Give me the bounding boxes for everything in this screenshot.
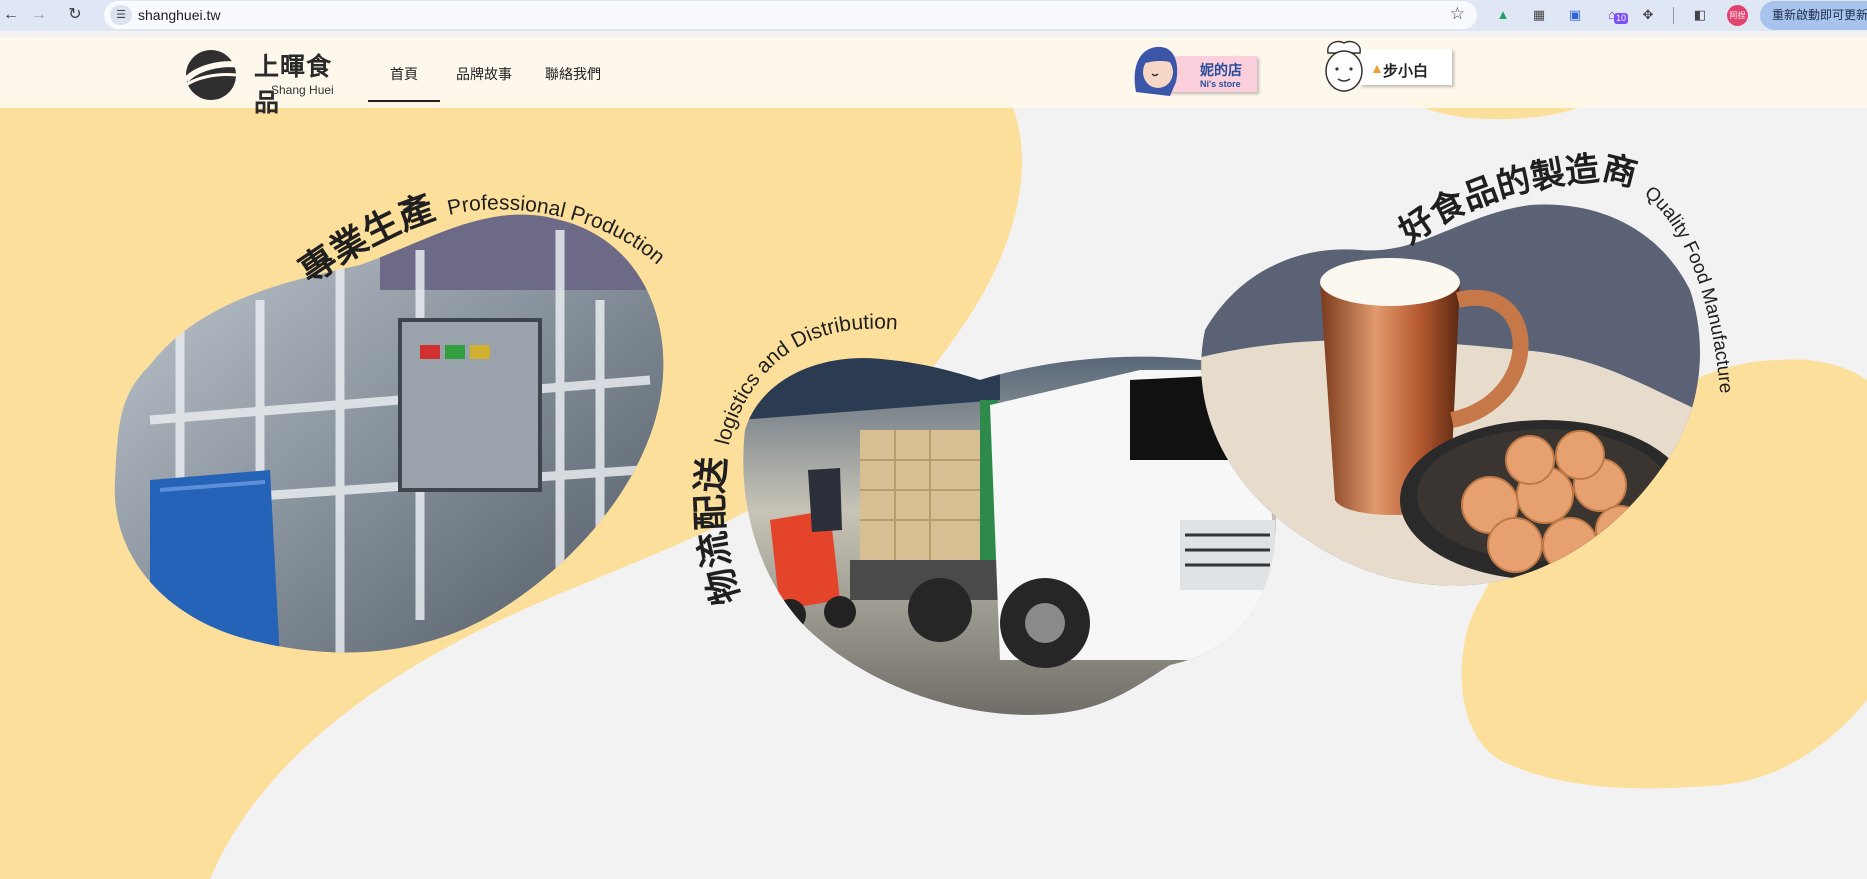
- hero-graphics: 專業生產 Professional Production 物流配送 logist…: [0, 0, 1867, 879]
- nav-home[interactable]: 首頁: [390, 64, 418, 84]
- bai-store-title: 步小白: [1383, 62, 1429, 80]
- ni-girl-avatar-icon: [1134, 46, 1178, 96]
- logo-bean-icon: [182, 50, 241, 100]
- site-header: 上暉食品 Shang Huei 首頁 品牌故事 聯絡我們 妮的店 Ni's st…: [0, 37, 1867, 117]
- tune-icon[interactable]: ☰: [110, 5, 132, 25]
- bai-store-link[interactable]: ▲ 步小白: [1318, 39, 1453, 101]
- extension-badge: 10: [1614, 13, 1629, 24]
- browser-toolbar: ← → ↻ ☰ shanghuei.tw ☆ ▲ ▦ ▣ ⌂ 10 ✥ ◧ 阿捏…: [0, 0, 1867, 31]
- extension-triangle-icon[interactable]: ▲: [1494, 6, 1512, 24]
- ni-store-title: 妮的店: [1200, 63, 1242, 79]
- bookmark-star-icon[interactable]: ☆: [1450, 4, 1465, 24]
- ni-store-subtitle: Ni's store: [1200, 79, 1241, 89]
- active-nav-indicator: [368, 100, 440, 102]
- extensions-puzzle-icon[interactable]: ✥: [1639, 6, 1657, 24]
- ni-store-link[interactable]: 妮的店 Ni's store: [1130, 42, 1265, 99]
- flame-icon: ▲: [1370, 60, 1384, 76]
- back-arrow-icon[interactable]: ←: [0, 4, 22, 26]
- nav-contact[interactable]: 聯絡我們: [545, 64, 601, 84]
- nav-brand-story[interactable]: 品牌故事: [456, 64, 512, 84]
- brand-logo[interactable]: 上暉食品 Shang Huei: [178, 47, 354, 117]
- extension-translate-icon[interactable]: ▣: [1566, 6, 1584, 24]
- side-panel-icon[interactable]: ◧: [1691, 6, 1709, 24]
- profile-avatar[interactable]: 阿捏: [1727, 5, 1748, 26]
- toolbar-divider: [1673, 7, 1674, 24]
- page: { "browser": { "url": "shanghuei.tw", "s…: [0, 0, 1867, 879]
- forward-arrow-icon[interactable]: →: [28, 4, 50, 26]
- reload-icon[interactable]: ↻: [64, 4, 86, 26]
- update-button[interactable]: 重新啟動即可更新: [1760, 1, 1867, 30]
- chef-boy-avatar-icon: [1325, 40, 1363, 92]
- url-text[interactable]: shanghuei.tw: [138, 7, 221, 23]
- address-bar[interactable]: ☰ shanghuei.tw ☆: [104, 1, 1477, 29]
- extension-grid-icon[interactable]: ▦: [1530, 6, 1548, 24]
- logo-subtitle: Shang Huei: [271, 83, 334, 97]
